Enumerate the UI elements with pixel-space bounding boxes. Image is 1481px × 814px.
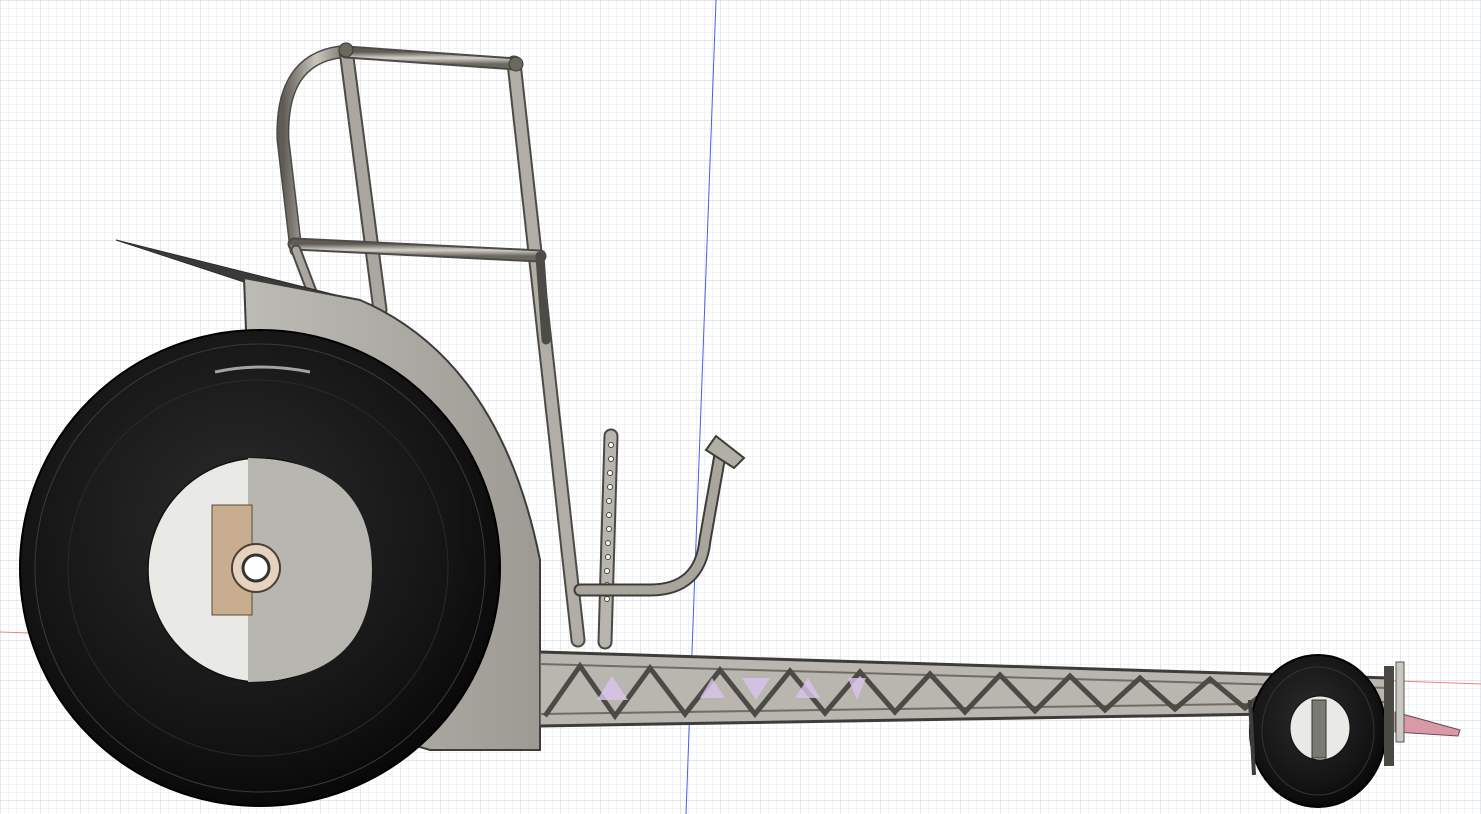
- rear-tire[interactable]: [19, 329, 501, 807]
- adjuster-bar[interactable]: [597, 428, 619, 650]
- front-tire[interactable]: [1248, 654, 1387, 808]
- cad-viewport[interactable]: [0, 0, 1481, 814]
- canvas[interactable]: [0, 0, 1481, 814]
